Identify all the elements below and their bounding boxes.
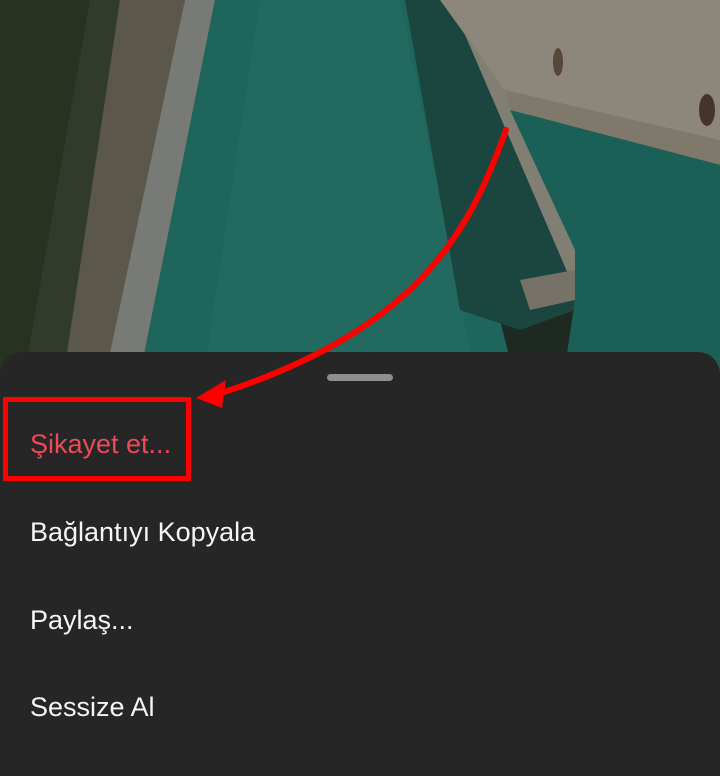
pool-photo-image: [0, 0, 720, 400]
menu-item-share[interactable]: Paylaş...: [0, 580, 720, 660]
drag-handle[interactable]: [327, 374, 393, 381]
menu-item-copy-link[interactable]: Bağlantıyı Kopyala: [0, 492, 720, 572]
menu-item-report-label: Şikayet et...: [30, 428, 172, 459]
menu-item-mute-label: Sessize Al: [30, 691, 155, 722]
menu-item-copy-link-label: Bağlantıyı Kopyala: [30, 516, 256, 547]
menu-item-mute[interactable]: Sessize Al: [0, 667, 720, 747]
bottom-sheet: Şikayet et... Bağlantıyı Kopyala Paylaş.…: [0, 352, 720, 776]
menu-item-share-label: Paylaş...: [30, 604, 134, 635]
menu-item-report[interactable]: Şikayet et...: [0, 404, 720, 484]
background-photo: [0, 0, 720, 400]
